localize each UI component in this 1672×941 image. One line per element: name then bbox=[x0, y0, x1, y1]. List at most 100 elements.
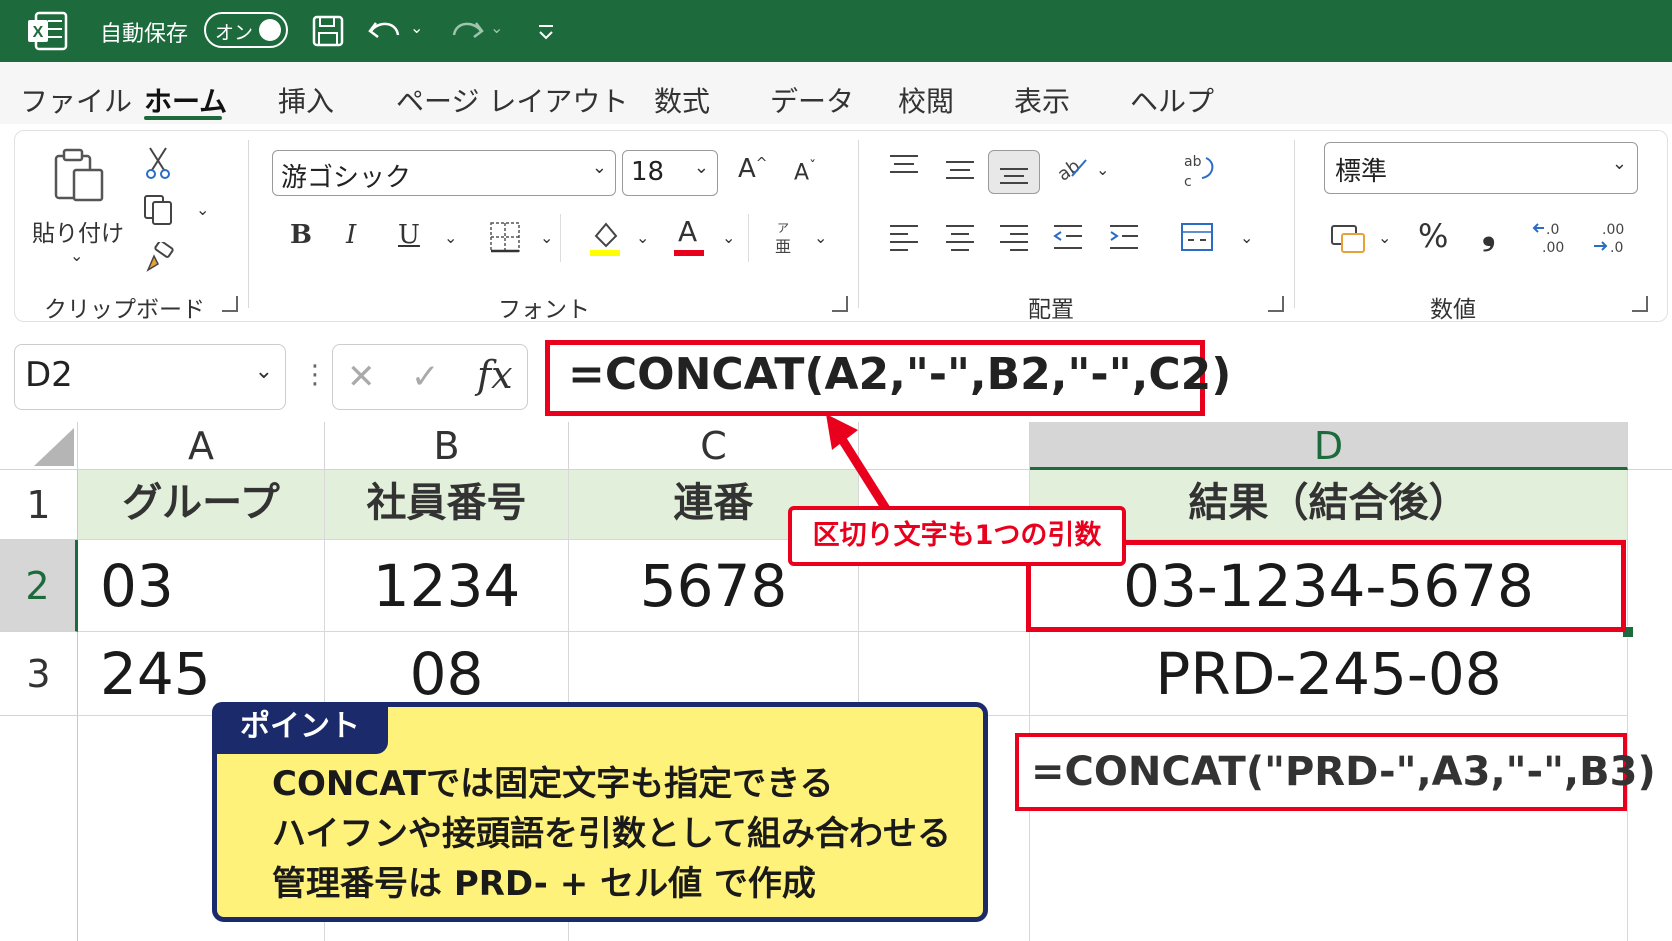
tab-home[interactable]: ホーム bbox=[144, 80, 227, 120]
enter-icon[interactable]: ✓ bbox=[411, 357, 440, 397]
accounting-dropdown-icon[interactable]: ⌄ bbox=[1378, 228, 1391, 247]
insert-function-button[interactable]: fx bbox=[477, 353, 513, 397]
column-header-a[interactable]: A bbox=[78, 422, 325, 470]
tab-review[interactable]: 校閲 bbox=[898, 80, 954, 120]
cell-b2[interactable]: 1234 bbox=[325, 540, 569, 632]
tab-file[interactable]: ファイル bbox=[20, 80, 132, 120]
undo-icon[interactable] bbox=[366, 13, 406, 49]
number-launcher-icon[interactable] bbox=[1632, 296, 1648, 312]
row-header-2[interactable]: 2 bbox=[0, 540, 78, 632]
merge-dropdown-icon[interactable]: ⌄ bbox=[1240, 228, 1253, 247]
tab-insert[interactable]: 挿入 bbox=[278, 80, 334, 120]
italic-button[interactable]: I bbox=[346, 222, 356, 248]
borders-icon[interactable] bbox=[488, 220, 522, 254]
row-header-1[interactable]: 1 bbox=[0, 470, 78, 540]
svg-text:ab: ab bbox=[1184, 154, 1202, 170]
formula-input[interactable]: =CONCAT(A2,"-",B2,"-",C2) bbox=[545, 340, 1231, 416]
column-header-overflow[interactable] bbox=[1628, 422, 1672, 470]
clipboard-launcher-icon[interactable] bbox=[222, 296, 238, 312]
cell-a2[interactable]: 03 bbox=[78, 540, 325, 632]
copy-icon[interactable] bbox=[142, 194, 174, 226]
paste-icon[interactable] bbox=[50, 146, 108, 204]
autosave-label: 自動保存 bbox=[100, 22, 189, 47]
autosave-toggle[interactable]: オン bbox=[204, 12, 288, 48]
bottom-align-button[interactable] bbox=[988, 150, 1040, 194]
svg-text:ab: ab bbox=[1054, 156, 1084, 186]
font-name-dropdown[interactable]: 游ゴシック ⌄ bbox=[272, 150, 616, 196]
chevron-down-icon: ⌄ bbox=[1611, 153, 1627, 174]
point-line-1: CONCATでは固定文字も指定できる bbox=[272, 764, 834, 804]
chevron-down-icon: ⌄ bbox=[591, 157, 607, 178]
formula-controls: ✕ ✓ fx bbox=[332, 344, 528, 410]
svg-text:ア: ア bbox=[777, 221, 789, 235]
percent-style-button[interactable]: % bbox=[1418, 220, 1448, 252]
cell-d3[interactable]: PRD-245-08 bbox=[1030, 632, 1628, 716]
copy-dropdown-icon[interactable]: ⌄ bbox=[196, 200, 209, 219]
select-all-button[interactable] bbox=[0, 422, 78, 470]
row-header-3[interactable]: 3 bbox=[0, 632, 78, 716]
bold-button[interactable]: B bbox=[290, 222, 312, 248]
increase-indent-icon[interactable] bbox=[1108, 222, 1140, 252]
name-box[interactable]: D2 ⌄ bbox=[14, 344, 286, 410]
orientation-dropdown-icon[interactable]: ⌄ bbox=[1096, 160, 1109, 179]
top-align-icon[interactable] bbox=[888, 152, 920, 180]
align-left-icon[interactable] bbox=[888, 222, 920, 252]
phonetic-guide-icon[interactable]: ア 亜 bbox=[770, 220, 796, 256]
separator-callout: 区切り文字も1つの引数 bbox=[788, 506, 1126, 566]
font-color-button[interactable]: A bbox=[678, 218, 697, 246]
wrap-text-icon[interactable]: ab c bbox=[1180, 150, 1216, 190]
clipboard-group-label: クリップボード bbox=[44, 297, 205, 323]
accounting-format-icon[interactable] bbox=[1330, 222, 1366, 254]
decrease-indent-icon[interactable] bbox=[1052, 222, 1084, 252]
borders-dropdown-icon[interactable]: ⌄ bbox=[540, 228, 553, 247]
comma-style-button[interactable]: ❟ bbox=[1482, 216, 1495, 250]
increase-decimal-icon[interactable]: .0 .00 bbox=[1532, 218, 1572, 256]
format-painter-icon[interactable] bbox=[144, 242, 176, 274]
title-bar: X 自動保存 オン ⌄ ⌄ bbox=[0, 0, 1672, 62]
font-launcher-icon[interactable] bbox=[832, 296, 848, 312]
tab-help[interactable]: ヘルプ bbox=[1130, 80, 1214, 120]
ribbon-tabs: ファイル ホーム 挿入 ページ レイアウト 数式 データ 校閲 表示 ヘルプ bbox=[0, 62, 1672, 124]
undo-dropdown-icon[interactable]: ⌄ bbox=[410, 18, 423, 37]
redo-dropdown-icon[interactable]: ⌄ bbox=[490, 18, 503, 37]
callout-arrow-icon bbox=[826, 414, 892, 515]
redo-icon[interactable] bbox=[446, 13, 486, 49]
tab-data[interactable]: データ bbox=[770, 80, 854, 120]
fill-color-icon[interactable] bbox=[588, 218, 622, 258]
align-right-icon[interactable] bbox=[998, 222, 1030, 252]
customize-qat-icon[interactable] bbox=[536, 22, 556, 42]
point-title: ポイント bbox=[212, 702, 388, 754]
font-color-dropdown-icon[interactable]: ⌄ bbox=[722, 228, 735, 247]
align-center-icon[interactable] bbox=[944, 222, 976, 252]
cell-a1[interactable]: グループ bbox=[78, 470, 325, 540]
column-header-b[interactable]: B bbox=[325, 422, 569, 470]
phonetic-dropdown-icon[interactable]: ⌄ bbox=[814, 228, 827, 247]
point-line-3: 管理番号は PRD- + セル値 で作成 bbox=[272, 864, 816, 904]
column-header-d[interactable]: D bbox=[1030, 422, 1628, 470]
cell-b1[interactable]: 社員番号 bbox=[325, 470, 569, 540]
decrease-decimal-icon[interactable]: .00 .0 bbox=[1592, 218, 1632, 256]
name-box-value: D2 bbox=[25, 355, 73, 395]
merge-center-icon[interactable] bbox=[1180, 220, 1214, 254]
middle-align-icon[interactable] bbox=[944, 156, 976, 184]
increase-font-size-icon[interactable]: A^ bbox=[738, 156, 768, 182]
tab-page-layout[interactable]: ページ レイアウト bbox=[396, 80, 628, 120]
cut-icon[interactable] bbox=[144, 146, 172, 180]
decrease-font-size-icon[interactable]: Aˇ bbox=[794, 160, 816, 184]
orientation-icon[interactable]: ab bbox=[1052, 152, 1088, 186]
alignment-launcher-icon[interactable] bbox=[1268, 296, 1284, 312]
font-size-dropdown[interactable]: 18 ⌄ bbox=[622, 150, 718, 196]
underline-button[interactable]: U bbox=[398, 222, 420, 248]
paste-dropdown-icon[interactable]: ⌄ bbox=[70, 246, 83, 265]
underline-dropdown-icon[interactable]: ⌄ bbox=[444, 228, 457, 247]
fill-color-dropdown-icon[interactable]: ⌄ bbox=[636, 228, 649, 247]
toggle-knob bbox=[259, 19, 281, 41]
tab-view[interactable]: 表示 bbox=[1014, 80, 1070, 120]
paste-label[interactable]: 貼り付け bbox=[32, 214, 124, 248]
column-header-c[interactable]: C bbox=[569, 422, 859, 470]
number-format-dropdown[interactable]: 標準 ⌄ bbox=[1324, 142, 1638, 194]
more-options-icon[interactable]: ⋮ bbox=[302, 362, 328, 388]
cancel-icon[interactable]: ✕ bbox=[347, 357, 376, 397]
save-icon[interactable] bbox=[310, 13, 346, 49]
tab-formulas[interactable]: 数式 bbox=[654, 80, 710, 120]
